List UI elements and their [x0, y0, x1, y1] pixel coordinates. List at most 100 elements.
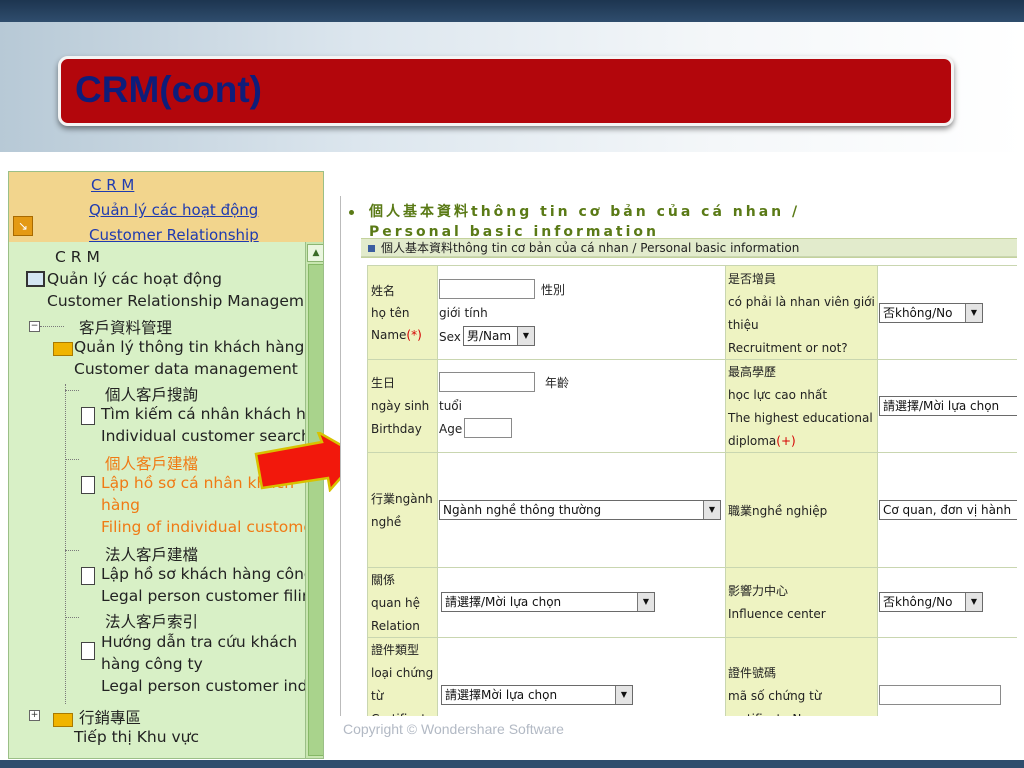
- certno-label-en: certificate No: [728, 708, 809, 716]
- tree-node-filing-vi2[interactable]: hàng: [101, 496, 140, 514]
- sex-label-vi: giới tính: [439, 306, 488, 320]
- certtype-label-vi: loại chứng: [371, 666, 434, 680]
- name-label-cn: 姓名: [371, 284, 396, 298]
- tree-node-customer-data-en[interactable]: Customer data management: [74, 360, 298, 378]
- top-band: [0, 0, 1024, 22]
- industry-label-1: 行業ngành: [371, 492, 433, 506]
- customer-relationship-link[interactable]: Customer Relationship: [89, 226, 259, 242]
- certno-label-cn: 證件號碼: [728, 666, 777, 680]
- age-input[interactable]: [464, 418, 512, 438]
- document-icon: [81, 567, 95, 585]
- tree-node-filing-en[interactable]: Filing of individual custome: [101, 518, 305, 536]
- recruit-select[interactable]: 否không/No ▼: [879, 303, 983, 323]
- document-icon: [81, 407, 95, 425]
- certtype-select[interactable]: 請選擇Mời lựa chọn ▼: [441, 685, 633, 705]
- tree-node-customer-data-vi[interactable]: Quản lý thông tin khách hàng: [74, 338, 304, 356]
- chevron-down-icon[interactable]: ▼: [637, 593, 654, 611]
- tree-connector: [65, 459, 79, 460]
- chevron-down-icon[interactable]: ▼: [965, 304, 982, 322]
- slide-title: CRM(cont): [75, 69, 263, 110]
- occupation-select[interactable]: Cơ quan, đơn vị hành: [879, 500, 1017, 520]
- expand-icon[interactable]: +: [29, 710, 40, 721]
- certno-label-vi: mã số chứng từ: [728, 689, 822, 703]
- personal-info-form: 個人基本資料thông tin cơ bản của cá nhan / Per…: [340, 196, 1017, 716]
- computer-icon: [26, 271, 45, 287]
- tree-node-marketing-cn[interactable]: 行銷專區: [79, 706, 141, 728]
- tree-node-legal-filing-vi[interactable]: Lập hồ sơ khách hàng công: [101, 565, 305, 583]
- tree-node-legal-index-cn[interactable]: 法人客戶索引: [105, 610, 198, 632]
- sex-label-cn: 性別: [541, 283, 566, 297]
- tree-node-crm-en[interactable]: Customer Relationship Managem: [47, 292, 304, 310]
- tree-node-activity[interactable]: Quản lý các hoạt động: [47, 270, 222, 288]
- slide-title-box: CRM(cont): [58, 56, 954, 126]
- document-icon: [81, 642, 95, 660]
- certtype-label-cn: 證件類型: [371, 643, 420, 657]
- chevron-down-icon[interactable]: ▼: [703, 501, 720, 519]
- tree-node-crm[interactable]: C R M: [55, 248, 100, 266]
- tree-node-filing-cn[interactable]: 個人客戶建檔: [105, 452, 198, 474]
- tree-node-legal-index-vi[interactable]: Hướng dẫn tra cứu khách: [101, 633, 297, 651]
- education-label-en2: diploma(+): [728, 434, 796, 448]
- scroll-thumb[interactable]: [308, 264, 323, 756]
- influence-select[interactable]: 否không/No ▼: [879, 592, 983, 612]
- influence-label-en: Influence center: [728, 607, 826, 621]
- tree-node-customer-data-cn[interactable]: 客戶資料管理: [79, 316, 172, 338]
- recruit-label-vi: có phải là nhan viên giới: [728, 295, 875, 309]
- tree-connector: [65, 617, 79, 618]
- tree-node-search-cn[interactable]: 個人客戶搜詢: [105, 383, 198, 405]
- tree-node-search-vi[interactable]: Tìm kiếm cá nhân khách hà: [101, 405, 305, 423]
- relation-label-vi: quan hệ: [371, 596, 420, 610]
- title-bullet: [349, 210, 354, 215]
- relation-select[interactable]: 請選擇/Mời lựa chọn ▼: [441, 592, 655, 612]
- crm-link[interactable]: C R M: [91, 176, 134, 194]
- tree-node-marketing-vi[interactable]: Tiếp thị Khu vực: [74, 728, 199, 746]
- relation-label-en: Relation: [371, 619, 420, 633]
- education-label-en: The highest educational: [728, 411, 873, 425]
- folder-icon: [53, 713, 73, 727]
- scroll-up-icon[interactable]: ▲: [307, 244, 323, 262]
- birthday-label-en: Birthday: [371, 422, 422, 436]
- folder-open-icon: [53, 342, 73, 356]
- tree-node-legal-index-vi2[interactable]: hàng công ty: [101, 655, 203, 673]
- certtype-label-vi2: từ: [371, 689, 384, 703]
- sex-select[interactable]: 男/Nam ▼: [463, 326, 535, 346]
- chevron-down-icon[interactable]: ▼: [965, 593, 982, 611]
- education-label-cn: 最高學歷: [728, 365, 777, 379]
- section-bar[interactable]: 個人基本資料thông tin cơ bản của cá nhan / Per…: [361, 238, 1017, 258]
- recruit-label-vi2: thiệu: [728, 318, 759, 332]
- tree-node-legal-filing-cn[interactable]: 法人客戶建檔: [105, 543, 198, 565]
- relation-label-cn: 關係: [371, 573, 396, 587]
- activity-link[interactable]: Quản lý các hoạt động: [89, 201, 258, 219]
- tree-node-legal-filing-en[interactable]: Legal person customer filin: [101, 587, 305, 605]
- influence-label-cn: 影響力中心: [728, 584, 789, 598]
- industry-label-2: nghề: [371, 515, 402, 529]
- birthday-label-vi: ngày sinh: [371, 399, 430, 413]
- industry-select[interactable]: Ngành nghề thông thường ▼: [439, 500, 721, 520]
- document-icon: [81, 476, 95, 494]
- bottom-band: [0, 760, 1024, 768]
- section-bar-label: 個人基本資料thông tin cơ bản của cá nhan / Per…: [381, 241, 800, 255]
- certno-input[interactable]: [879, 685, 1001, 705]
- form-title: 個人基本資料thông tin cơ bản của cá nhan / Per…: [369, 204, 801, 240]
- recruit-label-en: Recruitment or not?: [728, 341, 848, 355]
- chevron-down-icon[interactable]: ▼: [615, 686, 632, 704]
- age-label-en: Age: [439, 422, 463, 436]
- copyright-text: Copyright © Wondershare Software: [343, 721, 564, 737]
- birthday-input[interactable]: [439, 372, 535, 392]
- birthday-label-cn: 生日: [371, 376, 396, 390]
- chevron-down-icon[interactable]: ▼: [517, 327, 534, 345]
- age-label-vi: tuổi: [439, 399, 462, 413]
- recruit-label-cn: 是否增員: [728, 272, 777, 286]
- occupation-label: 職業nghề nghiệp: [728, 504, 828, 518]
- sex-label-en: Sex: [439, 330, 461, 344]
- education-label-vi: học lực cao nhất: [728, 388, 828, 402]
- collapse-icon[interactable]: −: [29, 321, 40, 332]
- education-select[interactable]: 請選擇/Mời lựa chọn: [879, 396, 1017, 416]
- name-input[interactable]: [439, 279, 535, 299]
- tree-node-legal-index-en[interactable]: Legal person customer ind: [101, 677, 305, 695]
- collapse-arrow-icon[interactable]: ↘: [13, 216, 33, 236]
- tree-connector: [40, 326, 64, 327]
- tree-connector: [65, 550, 79, 551]
- section-square-icon: [368, 245, 375, 252]
- tree-scrollbar[interactable]: ▲: [305, 242, 323, 758]
